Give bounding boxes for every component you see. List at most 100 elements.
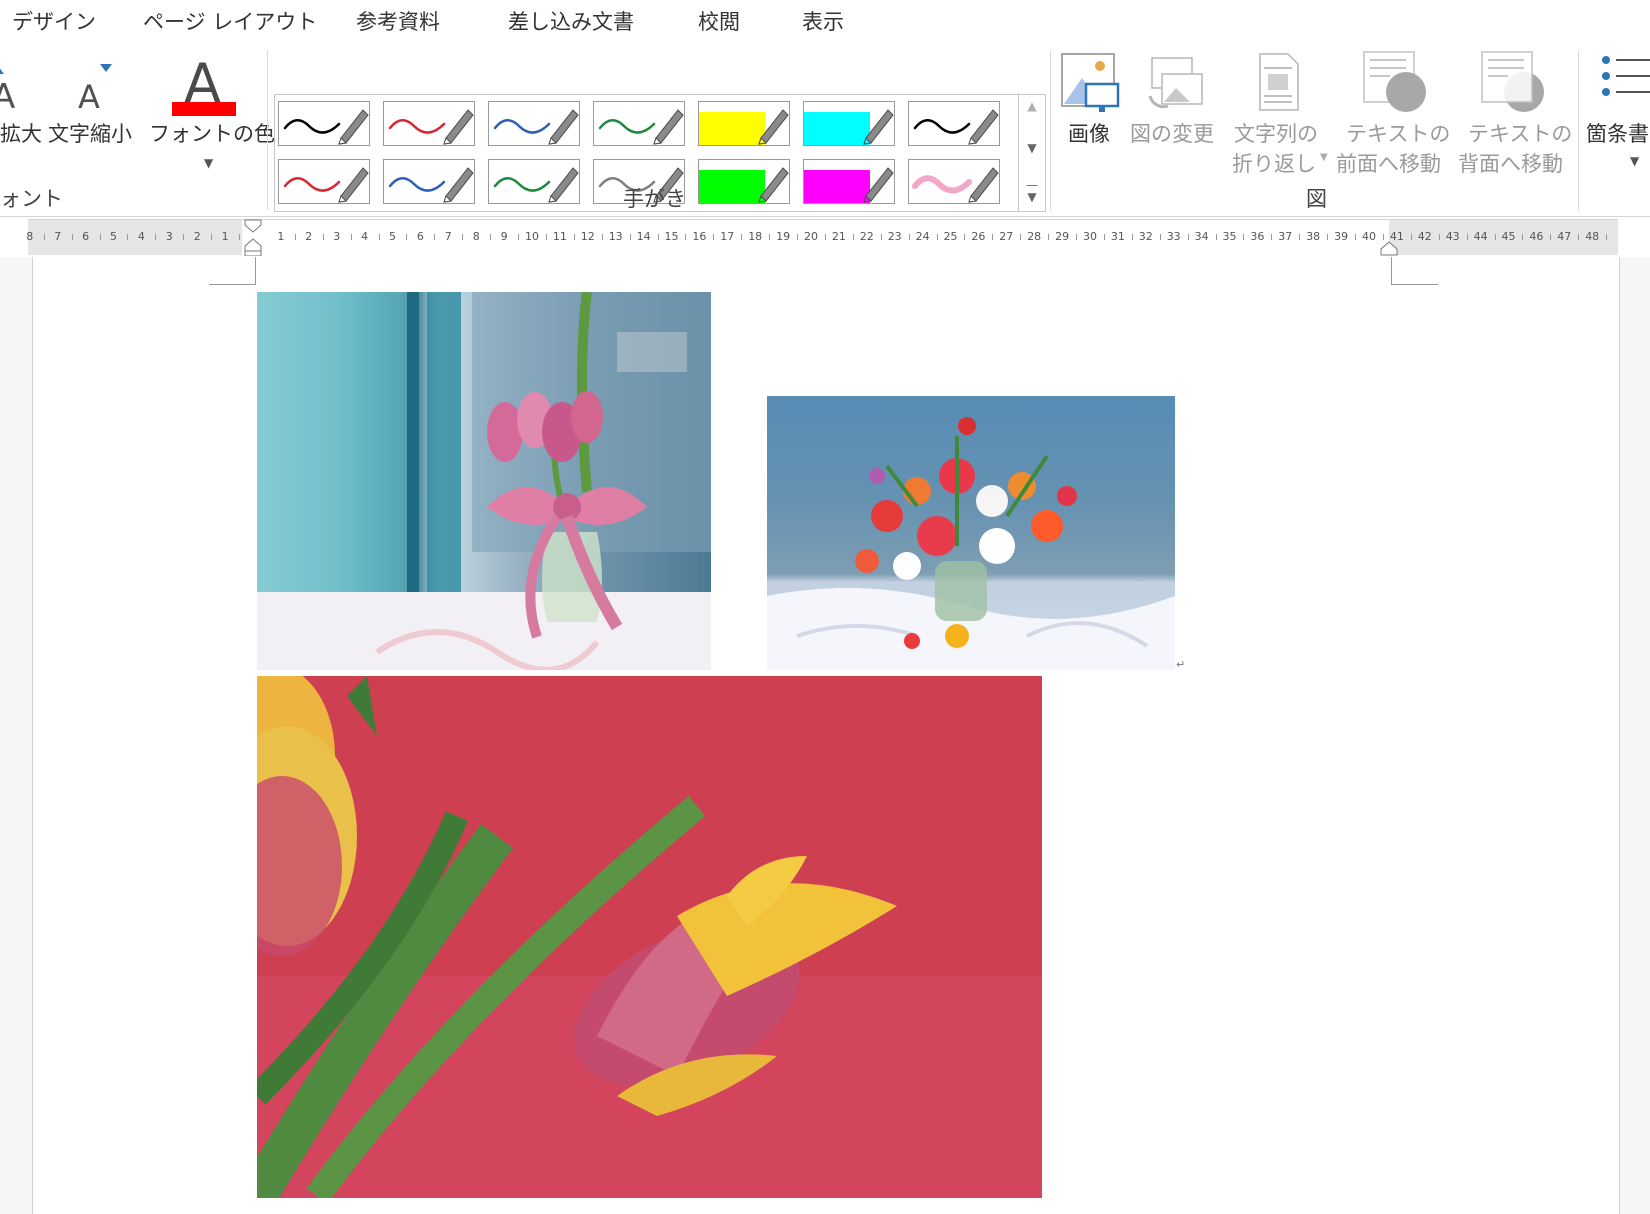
ruler-tick — [1410, 234, 1412, 240]
ruler-tick — [71, 234, 73, 240]
gallery-more-icon[interactable]: — ▼ — [1019, 179, 1045, 209]
pen-style-3[interactable] — [488, 101, 580, 146]
ruler-number: 27 — [999, 230, 1014, 243]
ruler-number: 23 — [887, 230, 902, 243]
ruler-tick — [350, 234, 352, 240]
pen-style-14[interactable] — [908, 159, 1000, 204]
pen-style-12[interactable] — [698, 159, 790, 204]
ruler-tick — [322, 234, 324, 240]
indent-marker-right[interactable] — [1380, 240, 1398, 256]
ruler-tick — [573, 234, 575, 240]
tab-review[interactable]: 校閲 — [698, 6, 740, 36]
tab-view[interactable]: 表示 — [802, 6, 844, 36]
pen-gallery-items — [0, 44, 1000, 204]
grow-font-button[interactable]: A — [0, 52, 32, 117]
font-color-label: フォントの色 — [149, 122, 275, 146]
ruler-tick — [490, 234, 492, 240]
ruler-number: 9 — [500, 230, 508, 243]
ruler-number: 39 — [1334, 230, 1349, 243]
ruler-number: 2 — [193, 230, 201, 243]
ruler-tick — [824, 234, 826, 240]
ruler-number: 33 — [1166, 230, 1181, 243]
ruler-tick — [908, 234, 910, 240]
ruler-number: 5 — [389, 230, 396, 243]
bullets-button[interactable] — [1600, 54, 1650, 104]
indent-marker-left[interactable] — [244, 219, 262, 257]
send-backward-button[interactable] — [1478, 50, 1548, 114]
pen-icon — [388, 109, 474, 145]
pen-icon — [913, 109, 999, 145]
shrink-font-button[interactable]: A — [72, 52, 112, 116]
pen-style-8[interactable] — [278, 159, 370, 204]
pen-style-7[interactable] — [908, 101, 1000, 146]
wrap-text-button[interactable] — [1254, 52, 1304, 114]
svg-text:A: A — [78, 78, 100, 114]
ruler-tick — [1159, 234, 1161, 240]
ruler-number: 21 — [831, 230, 846, 243]
ruler-number: 1 — [221, 230, 229, 243]
ruler-number: 12 — [580, 230, 595, 243]
ruler-number: 3 — [333, 230, 341, 243]
ruler-tick — [685, 234, 687, 240]
send-backward-label-1: テキストの — [1468, 122, 1573, 146]
tab-page-layout[interactable]: ページ レイアウト — [143, 6, 317, 36]
pen-style-13[interactable] — [803, 159, 895, 204]
ruler-tick — [992, 234, 994, 240]
ruler-number: 4 — [137, 230, 145, 243]
ruler-number: 18 — [748, 230, 763, 243]
tab-references[interactable]: 参考資料 — [356, 6, 440, 36]
pen-style-10[interactable] — [488, 159, 580, 204]
font-color-button[interactable]: A — [170, 50, 240, 118]
pen-style-4[interactable] — [593, 101, 685, 146]
image-label: 画像 — [1068, 122, 1110, 146]
ruler-number: 3 — [165, 230, 173, 243]
ruler-tick — [1466, 234, 1468, 240]
bring-forward-label-1: テキストの — [1346, 122, 1451, 146]
ruler-tick — [1243, 234, 1245, 240]
tulip-vase-photo[interactable] — [257, 292, 711, 670]
ruler-number: 35 — [1222, 230, 1237, 243]
bullets-dropdown-icon[interactable]: ▼ — [1630, 154, 1639, 168]
shrink-font-icon: A — [78, 64, 112, 116]
bring-forward-button[interactable] — [1360, 50, 1430, 114]
gallery-scroll-down-icon[interactable]: ▼ — [1019, 141, 1045, 169]
ruler-number: 17 — [720, 230, 735, 243]
image-button[interactable] — [1060, 52, 1120, 114]
wrap-text-dropdown-icon[interactable]: ▼ — [1320, 152, 1328, 163]
right-indent-icon — [1380, 241, 1398, 256]
tulip-red-photo[interactable] — [257, 676, 1042, 1198]
ruler-number: 24 — [915, 230, 930, 243]
tab-design[interactable]: デザイン — [12, 6, 96, 36]
ruler-tick — [43, 234, 45, 240]
group-separator — [1050, 50, 1051, 210]
ruler-tick — [1550, 234, 1552, 240]
font-color-dropdown-icon[interactable]: ▼ — [204, 156, 213, 170]
grow-font-label: 拡大 — [0, 122, 42, 146]
ruler-tick — [1494, 234, 1496, 240]
ruler-tick — [545, 234, 547, 240]
pen-style-6[interactable] — [803, 101, 895, 146]
ruler-number: 25 — [943, 230, 958, 243]
ruler-tick — [1522, 234, 1524, 240]
pen-style-2[interactable] — [383, 101, 475, 146]
ruler-tick — [964, 234, 966, 240]
gallery-scroll-up-icon[interactable]: ▲ — [1019, 99, 1045, 127]
pen-style-9[interactable] — [383, 159, 475, 204]
ruler-tick — [1076, 234, 1078, 240]
change-picture-icon — [1148, 57, 1203, 109]
ruler-tick — [1438, 234, 1440, 240]
tab-mailings[interactable]: 差し込み文書 — [508, 6, 634, 36]
ruler-tick — [1103, 234, 1105, 240]
ruler-tick — [378, 234, 380, 240]
pen-icon — [804, 109, 894, 145]
ruler-tick — [713, 234, 715, 240]
bouquet-image — [767, 396, 1175, 670]
ruler-tick — [294, 234, 296, 240]
pen-style-1[interactable] — [278, 101, 370, 146]
pen-style-5[interactable] — [698, 101, 790, 146]
bouquet-photo[interactable] — [767, 396, 1175, 670]
ruler-number: 45 — [1501, 230, 1516, 243]
ruler-tick — [1131, 234, 1133, 240]
pen-icon — [598, 109, 684, 145]
change-picture-button[interactable] — [1146, 52, 1206, 114]
